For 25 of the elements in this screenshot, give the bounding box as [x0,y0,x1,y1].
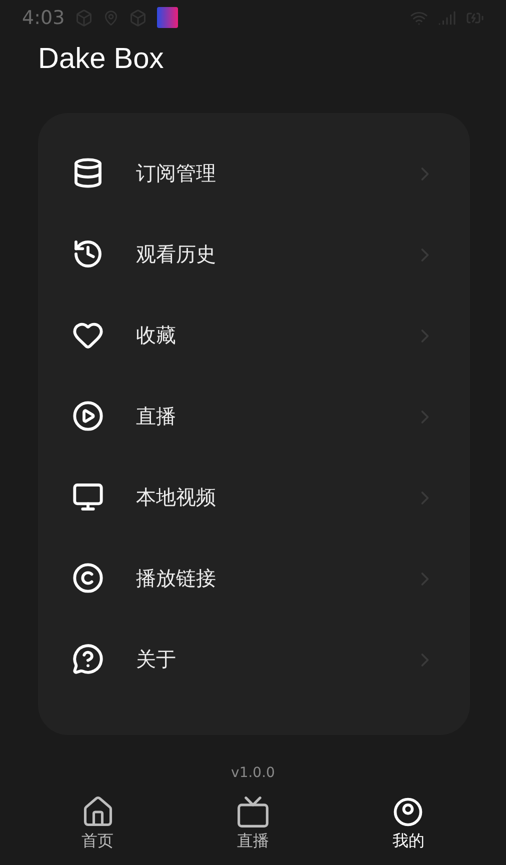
help-icon [72,642,104,674]
app-logo-icon [156,7,178,28]
database-icon [72,156,104,188]
menu-item[interactable]: 观看历史 [136,241,414,268]
monitor-icon [72,480,104,512]
menu-item[interactable]: 收藏 [136,322,414,349]
signal-icon [438,8,456,26]
cube-icon [128,8,147,26]
nav-tab[interactable]: 直播 [175,795,331,852]
menu-item[interactable]: 关于 [136,646,414,673]
cube-icon [74,8,93,26]
menu-item[interactable]: 订阅管理 [136,160,414,187]
app-title: Dake Box [37,42,165,77]
tv-icon [236,795,270,829]
play-icon [72,400,104,432]
menu-item[interactable]: 本地视频 [136,484,414,511]
version-text: v1.0.0 [230,765,276,781]
menu-item[interactable]: 直播 [136,403,414,430]
history-icon [72,238,104,270]
location-icon [102,10,119,26]
status-time: 4:03 [22,6,65,28]
menu-item[interactable]: 播放链接 [136,565,414,592]
copyright-icon [72,562,104,594]
nav-tab[interactable]: 首页 [20,795,176,852]
nav-tab[interactable]: 我的 [330,795,486,852]
